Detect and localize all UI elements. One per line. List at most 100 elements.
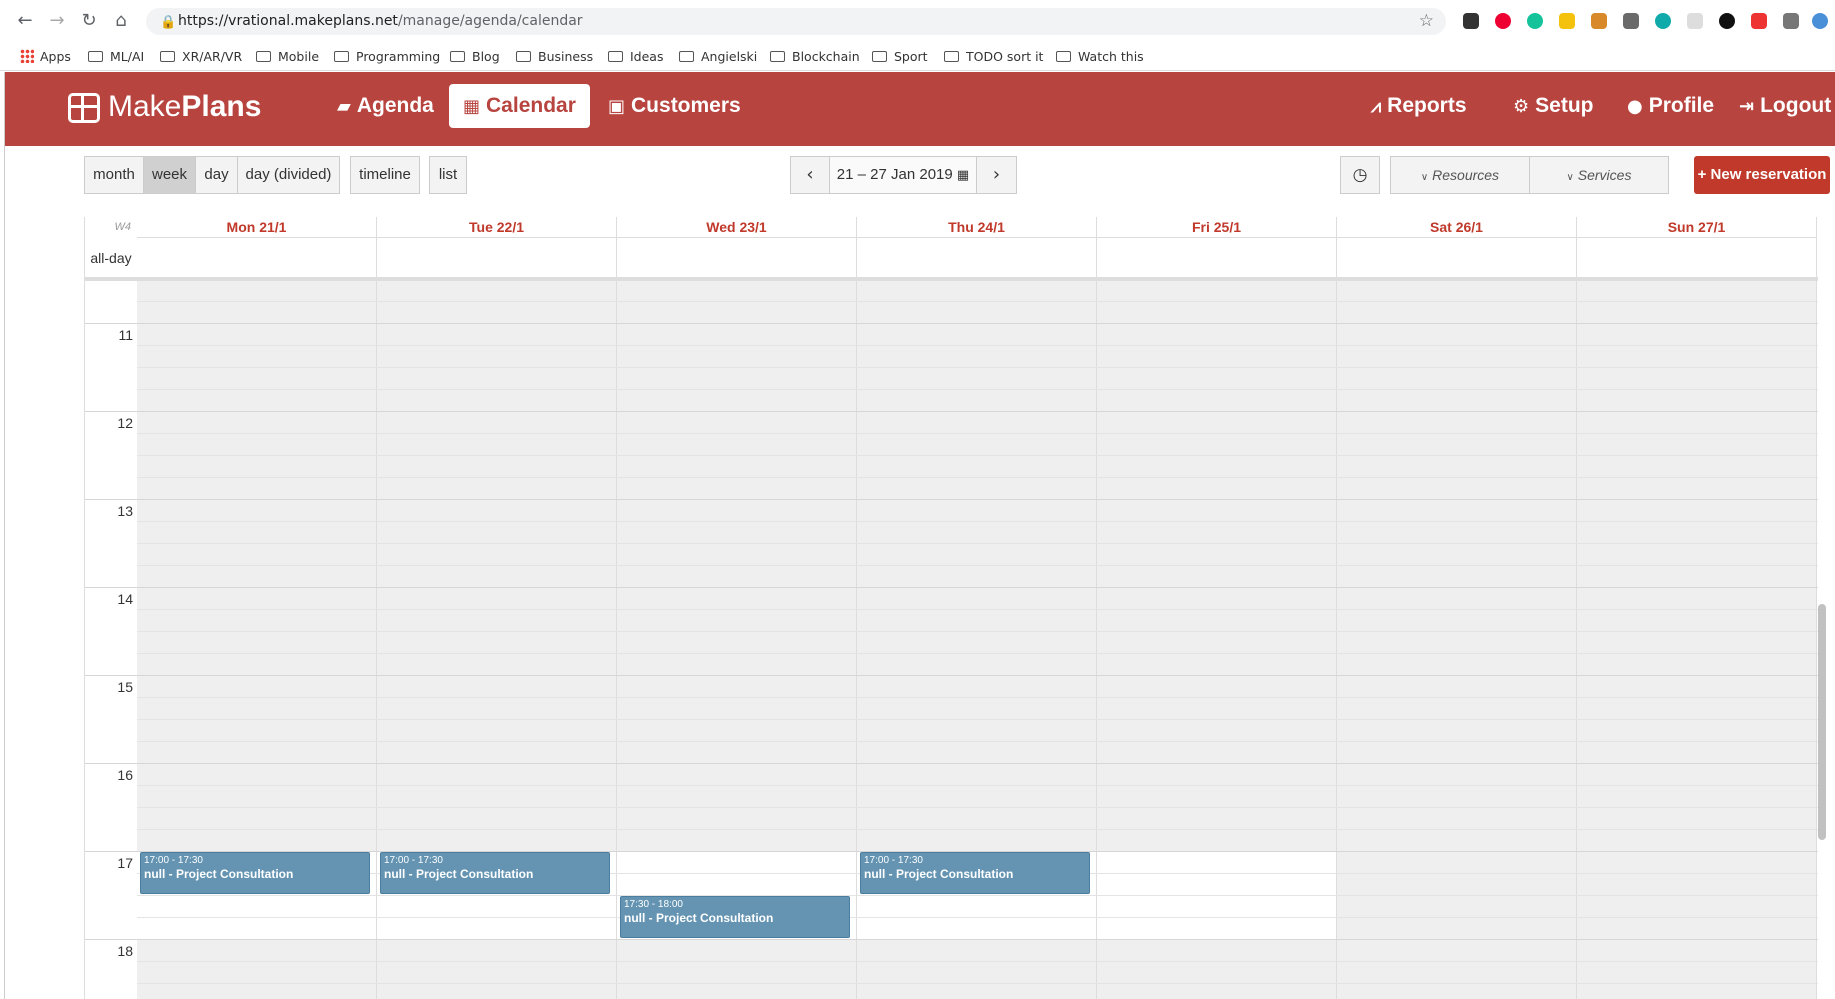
forward-icon[interactable]: → [46,10,68,31]
day-column[interactable] [1337,279,1577,999]
day-header[interactable]: Mon 21/1 [137,217,377,237]
extension-icon[interactable] [1623,13,1639,29]
nav-customers[interactable]: ▣ Customers [594,84,755,128]
day-column[interactable] [1577,279,1817,999]
slot-line [85,323,1818,324]
notes-extension-icon[interactable] [1559,13,1575,29]
folder-icon [334,51,349,62]
all-day-cell[interactable] [1097,237,1337,279]
chevron-down-icon: ∨ [1420,172,1429,183]
folder-icon [450,51,465,62]
bookmark-folder[interactable]: Sport [872,49,928,64]
bookmark-folder[interactable]: XR/AR/VR [160,49,242,64]
clipper-extension-icon[interactable] [1591,13,1607,29]
bookmark-folder[interactable]: Mobile [256,49,319,64]
slot-line [137,543,1818,544]
nav-logout[interactable]: ⇥ Logout [1725,84,1835,128]
slot-line [137,961,1818,962]
reservation-event[interactable]: 17:00 - 17:30 null - Project Consultation [380,852,610,894]
slot-line [137,697,1818,698]
prev-week-button[interactable]: ‹ [790,156,830,194]
bookmark-apps[interactable]: Apps [20,49,71,64]
reservation-event[interactable]: 17:00 - 17:30 null - Project Consultation [140,852,370,894]
shield-extension-icon[interactable] [1751,13,1767,29]
resources-dropdown[interactable]: ∨ Resources [1390,156,1530,194]
folder-icon [88,51,103,62]
opera-extension-icon[interactable] [1495,13,1511,29]
bookmark-folder[interactable]: Business [516,49,593,64]
folder-icon [872,51,887,62]
layout-extension-icon[interactable] [1687,13,1703,29]
folder-icon [770,51,785,62]
hour-label: 12 [117,415,133,431]
day-header[interactable]: Tue 22/1 [377,217,617,237]
day-header[interactable]: Fri 25/1 [1097,217,1337,237]
view-day-divided-button[interactable]: day (divided) [237,156,340,194]
nav-reports[interactable]: ⩘ Reports [1357,84,1481,128]
bookmark-folder[interactable]: Blog [450,49,500,64]
date-range-picker[interactable]: 21 – 27 Jan 2019 ▦ [829,156,977,194]
bookmark-folder[interactable]: Programming [334,49,440,64]
bookmark-folder[interactable]: Angielski [679,49,757,64]
grammarly-extension-icon[interactable] [1527,13,1543,29]
bookmark-folder[interactable]: ML/AI [88,49,144,64]
event-title: null - Project Consultation [624,911,774,925]
all-day-cell[interactable] [1577,237,1817,279]
reload-icon[interactable]: ↻ [78,10,100,31]
window-edge [0,72,5,999]
nav-calendar[interactable]: ▦ Calendar [449,84,590,128]
all-day-cell[interactable] [1337,237,1577,279]
time-grid: 11 12 13 14 15 16 17 18 17:00 - 17:30 null - Proj… [85,279,1818,999]
bookmark-folder[interactable]: Blockchain [770,49,860,64]
back-icon[interactable]: ← [14,10,36,31]
view-timeline-button[interactable]: timeline [350,156,420,194]
day-header[interactable]: Sat 26/1 [1337,217,1577,237]
slot-line [137,895,1818,896]
bookmark-star-icon[interactable]: ☆ [1419,11,1434,31]
folder-icon [608,51,623,62]
day-header[interactable]: Sun 27/1 [1577,217,1817,237]
scrollbar-thumb[interactable] [1818,604,1826,840]
all-day-cell[interactable] [137,237,377,279]
block-extension-icon[interactable] [1719,13,1735,29]
slot-line [137,917,1818,918]
profile-extension-icon[interactable] [1812,13,1828,29]
home-icon[interactable]: ⌂ [110,10,132,31]
all-day-cell[interactable] [857,237,1097,279]
next-week-button[interactable]: › [976,156,1017,194]
folder-icon [256,51,271,62]
logo-text: MakePlans [108,90,262,123]
folder-icon [679,51,694,62]
slot-line [137,829,1818,830]
mercury-extension-icon[interactable] [1655,13,1671,29]
bookmark-folder[interactable]: TODO sort it [944,49,1043,64]
address-bar[interactable]: 🔒 https://vrational.makeplans.net/manage… [146,8,1446,35]
day-header[interactable]: Thu 24/1 [857,217,1097,237]
clock-button[interactable]: ◷ [1340,156,1380,194]
view-list-button[interactable]: list [429,156,467,194]
day-header[interactable]: Wed 23/1 [617,217,857,237]
facebook-extension-icon[interactable] [1783,13,1799,29]
all-day-cell[interactable] [377,237,617,279]
nav-agenda[interactable]: ▰ Agenda [323,84,448,128]
services-dropdown[interactable]: ∨ Services [1529,156,1669,194]
pocket-extension-icon[interactable] [1463,13,1479,29]
chevron-left-icon: ‹ [806,164,814,185]
calendar-small-icon: ▦ [956,168,970,183]
slot-line [85,499,1818,500]
reservation-event[interactable]: 17:00 - 17:30 null - Project Consultation [860,852,1090,894]
all-day-divider [85,277,1818,281]
bookmark-folder[interactable]: Ideas [608,49,663,64]
bookmark-folder[interactable]: Watch this [1056,49,1144,64]
gear-icon: ⚙ [1513,96,1530,117]
app-navbar: MakePlans ▰ Agenda ▦ Calendar ▣ Customers ⩘… [5,72,1835,146]
slot-line [137,741,1818,742]
view-day-button[interactable]: day [195,156,238,194]
nav-setup[interactable]: ⚙ Setup [1499,84,1607,128]
reservation-event[interactable]: 17:30 - 18:00 null - Project Consultation [620,896,850,938]
nav-profile[interactable]: ● Profile [1613,84,1728,128]
view-month-button[interactable]: month [84,156,144,194]
all-day-cell[interactable] [617,237,857,279]
view-week-button[interactable]: week [143,156,196,194]
new-reservation-button[interactable]: + New reservation [1694,156,1830,194]
